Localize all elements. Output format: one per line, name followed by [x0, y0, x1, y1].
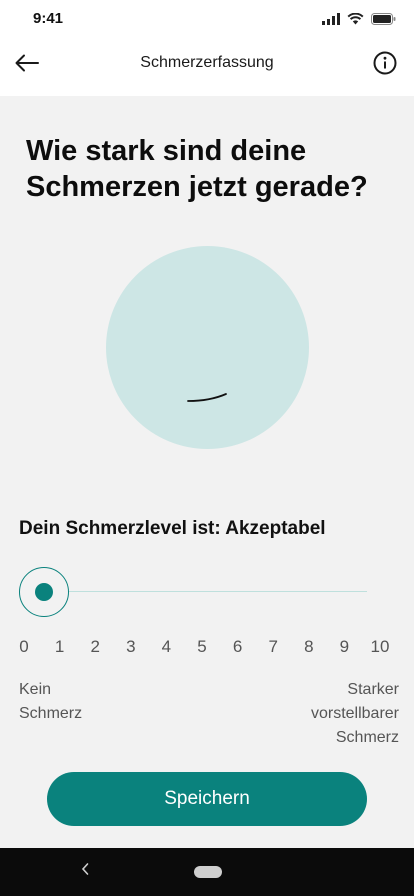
status-bar: 9:41 [0, 0, 414, 36]
slider-tick-label: 2 [90, 637, 100, 656]
status-time: 9:41 [33, 10, 64, 27]
pain-level-text: Dein Schmerzlevel ist: Akzeptabel [19, 518, 326, 539]
system-nav-bar [0, 848, 414, 896]
save-button[interactable]: Speichern [47, 772, 367, 826]
slider-tick-label: 8 [304, 637, 314, 656]
pain-slider[interactable] [19, 567, 377, 617]
battery-icon [371, 12, 396, 30]
slider-tick-label: 6 [232, 637, 243, 656]
signal-icon [322, 12, 340, 30]
slider-tick-label: 0 [19, 637, 29, 656]
app-header: Schmerzerfassung [0, 36, 414, 96]
slider-handle-dot [35, 583, 53, 601]
home-pill-icon[interactable] [194, 866, 222, 878]
slider-tick-label: 10 [370, 637, 390, 656]
slider-track[interactable] [44, 591, 367, 592]
min-label: Kein Schmerz [19, 681, 83, 722]
slider-tick-label: 4 [161, 637, 172, 656]
status-icons [322, 12, 396, 30]
slider-tick-label: 1 [54, 637, 65, 656]
info-icon [373, 51, 397, 80]
slider-tick-label: 5 [197, 637, 207, 656]
wifi-icon [347, 12, 364, 30]
nav-back-button[interactable] [76, 860, 94, 882]
slider-tick-label: 7 [268, 637, 278, 656]
pain-question: Wie stark sind deine Schmerzen jetzt ger… [26, 135, 368, 203]
pain-face-icon [106, 246, 309, 449]
slider-handle[interactable] [19, 567, 69, 617]
max-label: Starker vorstellbarer Schmerz [310, 681, 399, 746]
chevron-left-icon [80, 862, 90, 881]
info-button[interactable] [368, 48, 402, 82]
page-title: Schmerzerfassung [140, 54, 274, 71]
slider-tick-label: 3 [126, 637, 136, 656]
slider-tick-label: 9 [339, 637, 350, 656]
